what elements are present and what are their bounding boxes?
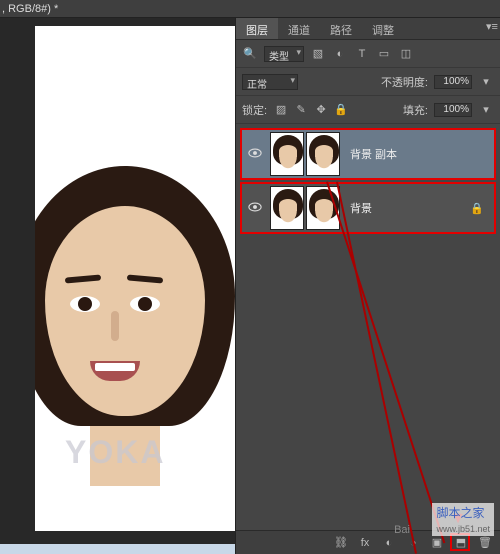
lock-label: 锁定: (242, 102, 267, 118)
filter-kind-select[interactable]: 类型 (264, 46, 304, 62)
baidu-watermark: Bai (394, 524, 410, 536)
filter-adjust-icon[interactable]: ◐ (332, 46, 348, 62)
filter-shape-icon[interactable]: ▭ (376, 46, 392, 62)
blend-row: 正常 不透明度: 100% ▾ (236, 68, 500, 96)
link-layers-icon[interactable]: ⛓ (334, 536, 348, 550)
filter-type-icon[interactable]: T (354, 46, 370, 62)
fx-icon[interactable]: fx (358, 536, 372, 550)
search-icon[interactable]: 🔍 (242, 46, 258, 62)
lock-transparent-icon[interactable]: ▨ (273, 102, 289, 118)
lock-pixels-icon[interactable]: ✎ (293, 102, 309, 118)
eye-icon[interactable] (248, 199, 262, 217)
layer-row-copy[interactable]: 背景 副本 (240, 128, 496, 180)
annotation-line (336, 182, 417, 554)
fill-field[interactable]: 100% (434, 103, 472, 117)
layer-thumbnail[interactable] (268, 130, 342, 178)
layer-row-background[interactable]: 背景 🔒 (240, 182, 496, 234)
panel-tabs: 图层 通道 路径 调整 ▾≡ (236, 18, 500, 40)
opacity-field[interactable]: 100% (434, 75, 472, 89)
panels-column: 图层 通道 路径 调整 ▾≡ 🔍 类型 ▧ ◐ T ▭ ◫ 正常 不透明度: (235, 18, 500, 554)
eye-icon[interactable] (248, 145, 262, 163)
status-bar (0, 544, 235, 554)
tab-channels[interactable]: 通道 (278, 18, 320, 39)
document-canvas[interactable]: YOKA (35, 26, 235, 531)
tab-adjust[interactable]: 调整 (362, 18, 404, 39)
document-tab[interactable]: , RGB/8#) * (2, 3, 58, 15)
layer-name[interactable]: 背景 副本 (350, 146, 397, 162)
lock-all-icon[interactable]: 🔒 (333, 102, 349, 118)
lock-row: 锁定: ▨ ✎ ✥ 🔒 填充: 100% ▾ (236, 96, 500, 124)
chevron-down-icon[interactable]: ▾ (478, 102, 494, 118)
layer-name[interactable]: 背景 (350, 200, 372, 216)
new-layer-icon[interactable]: ⬒ (454, 536, 468, 550)
annotation-line (326, 181, 445, 543)
layer-filter-row: 🔍 类型 ▧ ◐ T ▭ ◫ (236, 40, 500, 68)
site-watermark: 脚本之家 www.jb51.net (432, 503, 494, 536)
layers-list: 背景 副本 背景 🔒 (236, 124, 500, 530)
filter-smart-icon[interactable]: ◫ (398, 46, 414, 62)
adjustment-icon[interactable]: ◑ (406, 536, 420, 550)
filter-pixel-icon[interactable]: ▧ (310, 46, 326, 62)
blend-mode-select[interactable]: 正常 (242, 74, 298, 90)
lock-position-icon[interactable]: ✥ (313, 102, 329, 118)
app-root: , RGB/8#) * YOKA (0, 0, 500, 554)
canvas-watermark: YOKA (65, 434, 165, 471)
lock-icon: 🔒 (470, 202, 484, 215)
chevron-down-icon[interactable]: ▾ (478, 74, 494, 90)
document-tab-bar: , RGB/8#) * (0, 0, 500, 18)
opacity-label: 不透明度: (381, 74, 428, 90)
group-icon[interactable]: ▣ (430, 536, 444, 550)
main-area: YOKA 图层 通道 路径 调整 ▾≡ 🔍 类型 ▧ ◐ T ▭ ◫ (0, 18, 500, 554)
layer-thumbnail[interactable] (268, 184, 342, 232)
mask-icon[interactable]: ◐ (382, 536, 396, 550)
tab-paths[interactable]: 路径 (320, 18, 362, 39)
trash-icon[interactable]: 🗑 (478, 536, 492, 550)
tab-layers[interactable]: 图层 (236, 18, 278, 39)
panel-menu-icon[interactable]: ▾≡ (484, 18, 500, 34)
canvas-wrap: YOKA (0, 18, 235, 554)
canvas-area[interactable]: YOKA (0, 18, 235, 544)
fill-label: 填充: (403, 102, 428, 118)
